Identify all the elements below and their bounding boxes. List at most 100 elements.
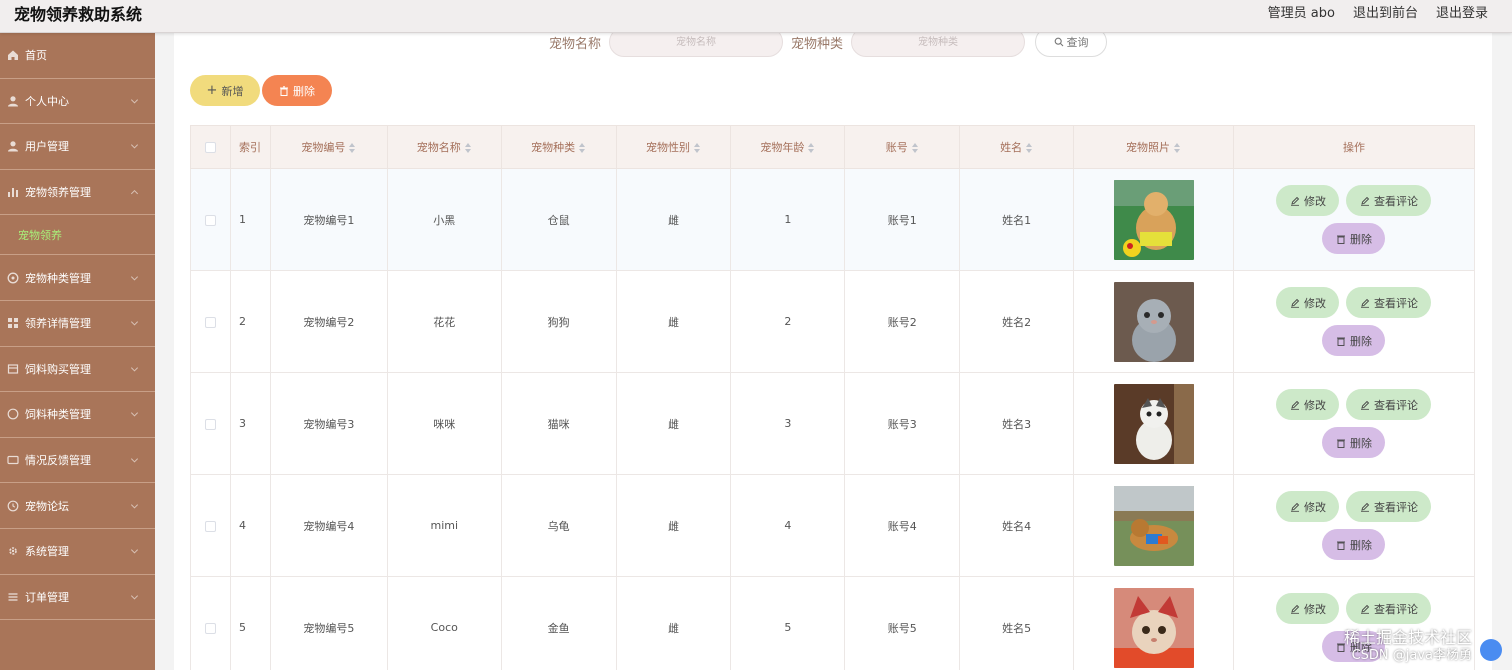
list-icon bbox=[6, 408, 19, 421]
row-checkbox[interactable] bbox=[190, 270, 231, 373]
sort-icon[interactable] bbox=[464, 143, 472, 153]
batch-delete-button[interactable]: 删除 bbox=[262, 75, 332, 106]
sidebar-item-feedback[interactable]: 情况反馈管理 bbox=[0, 438, 155, 484]
cell-photo bbox=[1073, 576, 1234, 670]
column-header-name[interactable]: 姓名 bbox=[959, 125, 1075, 169]
edit-icon bbox=[1360, 196, 1370, 206]
cell-index: 2 bbox=[229, 270, 271, 373]
edit-icon bbox=[1290, 502, 1300, 512]
sidebar-item-label: 个人中心 bbox=[25, 94, 69, 108]
cell-pet-name: 小黑 bbox=[386, 168, 502, 271]
add-button[interactable]: + 新增 bbox=[190, 75, 260, 106]
row-checkbox[interactable] bbox=[190, 474, 231, 577]
cell-name: 姓名3 bbox=[959, 372, 1075, 475]
cell-gender: 雌 bbox=[615, 372, 732, 475]
sort-icon[interactable] bbox=[1174, 143, 1181, 153]
cell-gender: 雌 bbox=[615, 270, 732, 373]
sort-icon[interactable] bbox=[808, 143, 815, 153]
pet-photo[interactable] bbox=[1113, 179, 1194, 260]
view-comments-button[interactable]: 查看评论 bbox=[1346, 593, 1432, 624]
cell-gender: 雌 bbox=[615, 576, 732, 670]
chevron-down-icon bbox=[130, 455, 139, 463]
edit-icon bbox=[1360, 502, 1370, 512]
plus-icon: + bbox=[206, 83, 218, 98]
sort-icon[interactable] bbox=[579, 143, 586, 153]
edit-button[interactable]: 修改 bbox=[1276, 491, 1340, 522]
column-header-account[interactable]: 账号 bbox=[844, 125, 961, 169]
sidebar-item-users[interactable]: 用户管理 bbox=[0, 124, 155, 170]
pet-type-label: 宠物种类 bbox=[791, 36, 844, 52]
cell-photo bbox=[1073, 270, 1234, 373]
column-header-age[interactable]: 宠物年龄 bbox=[730, 125, 846, 169]
view-comments-button[interactable]: 查看评论 bbox=[1346, 287, 1432, 318]
sort-icon[interactable] bbox=[349, 143, 356, 153]
cell-account: 账号2 bbox=[844, 270, 961, 373]
sidebar-item-profile[interactable]: 个人中心 bbox=[0, 79, 155, 125]
chevron-down-icon bbox=[130, 546, 139, 554]
logout-link[interactable]: 退出登录 bbox=[1436, 2, 1488, 21]
edit-button[interactable]: 修改 bbox=[1276, 287, 1340, 318]
sidebar-item-forum[interactable]: 宠物论坛 bbox=[0, 483, 155, 529]
cell-account: 账号4 bbox=[844, 474, 961, 577]
pet-photo[interactable] bbox=[1113, 485, 1194, 566]
cell-age: 1 bbox=[730, 168, 846, 271]
pet-photo[interactable] bbox=[1113, 587, 1194, 668]
floating-help-button[interactable] bbox=[1480, 639, 1502, 661]
sidebar-subitem-pet-adoption[interactable]: 宠物领养 bbox=[0, 215, 155, 256]
sidebar-item-home[interactable]: 首页 bbox=[0, 33, 155, 79]
cell-gender: 雌 bbox=[615, 474, 732, 577]
sidebar-item-adoption-detail[interactable]: 领养详情管理 bbox=[0, 301, 155, 347]
row-checkbox[interactable] bbox=[190, 168, 231, 271]
column-header-pet-name[interactable]: 宠物名称 bbox=[386, 125, 502, 169]
sidebar-item-orders[interactable]: 订单管理 bbox=[0, 575, 155, 621]
add-button-label: 新增 bbox=[221, 84, 244, 98]
header-links: 管理员 abo 退出到前台 退出登录 bbox=[1268, 2, 1488, 21]
sort-icon[interactable] bbox=[1026, 143, 1033, 153]
column-header-pet-type[interactable]: 宠物种类 bbox=[500, 125, 617, 169]
edit-icon bbox=[1360, 400, 1370, 410]
sidebar-item-pet-adoption[interactable]: 宠物领养管理 bbox=[0, 170, 155, 216]
table-row: 4 宠物编号4 mimi 乌龟雌 4 账号4 姓名4 修改 查看评论 删除 bbox=[190, 474, 1476, 577]
sidebar-item-label: 饲料种类管理 bbox=[25, 408, 91, 422]
sidebar-item-label: 宠物种类管理 bbox=[25, 271, 91, 285]
chevron-down-icon bbox=[130, 364, 139, 372]
sidebar-item-feed-category[interactable]: 饲料种类管理 bbox=[0, 392, 155, 438]
table-header-row: 索引 宠物编号 宠物名称 宠物种类 宠物性别 宠物年龄 账号 姓名 宠物照片 操… bbox=[190, 125, 1476, 169]
sort-icon[interactable] bbox=[694, 143, 701, 153]
select-all-checkbox[interactable] bbox=[190, 125, 231, 169]
delete-button[interactable]: 删除 bbox=[1322, 325, 1386, 356]
edit-icon bbox=[1290, 400, 1300, 410]
edit-button[interactable]: 修改 bbox=[1276, 389, 1340, 420]
cell-pet-no: 宠物编号2 bbox=[269, 270, 388, 373]
view-comments-button[interactable]: 查看评论 bbox=[1346, 185, 1432, 216]
table-row: 2 宠物编号2 花花 狗狗雌 2 账号2 姓名2 修改 查看评论 删除 bbox=[190, 270, 1476, 373]
view-comments-button[interactable]: 查看评论 bbox=[1346, 491, 1432, 522]
sort-icon[interactable] bbox=[911, 143, 919, 153]
row-checkbox[interactable] bbox=[190, 576, 231, 670]
edit-button[interactable]: 修改 bbox=[1276, 185, 1340, 216]
pet-photo[interactable] bbox=[1113, 281, 1194, 362]
delete-button[interactable]: 删除 bbox=[1322, 427, 1386, 458]
column-header-photo[interactable]: 宠物照片 bbox=[1073, 125, 1234, 169]
category-icon bbox=[6, 271, 19, 284]
view-comments-button[interactable]: 查看评论 bbox=[1346, 389, 1432, 420]
row-checkbox[interactable] bbox=[190, 372, 231, 475]
cell-pet-name: Coco bbox=[386, 576, 502, 670]
delete-button[interactable]: 删除 bbox=[1322, 529, 1386, 560]
forum-icon bbox=[6, 499, 19, 512]
edit-button[interactable]: 修改 bbox=[1276, 593, 1340, 624]
admin-user-label: 管理员 abo bbox=[1267, 6, 1335, 21]
sidebar-item-pet-category[interactable]: 宠物种类管理 bbox=[0, 255, 155, 301]
delete-button[interactable]: 删除 bbox=[1322, 223, 1386, 254]
column-header-gender[interactable]: 宠物性别 bbox=[615, 125, 732, 169]
cell-age: 3 bbox=[730, 372, 846, 475]
column-header-pet-no[interactable]: 宠物编号 bbox=[269, 125, 388, 169]
cell-pet-type: 猫咪 bbox=[500, 372, 617, 475]
trash-icon bbox=[1336, 541, 1345, 550]
column-header-index: 索引 bbox=[229, 125, 271, 169]
exit-to-front-link[interactable]: 退出到前台 bbox=[1353, 2, 1418, 21]
pet-photo[interactable] bbox=[1113, 383, 1194, 464]
sidebar-item-system[interactable]: 系统管理 bbox=[0, 529, 155, 575]
sidebar-item-feed-purchase[interactable]: 饲料购买管理 bbox=[0, 347, 155, 393]
edit-icon bbox=[1290, 604, 1300, 614]
